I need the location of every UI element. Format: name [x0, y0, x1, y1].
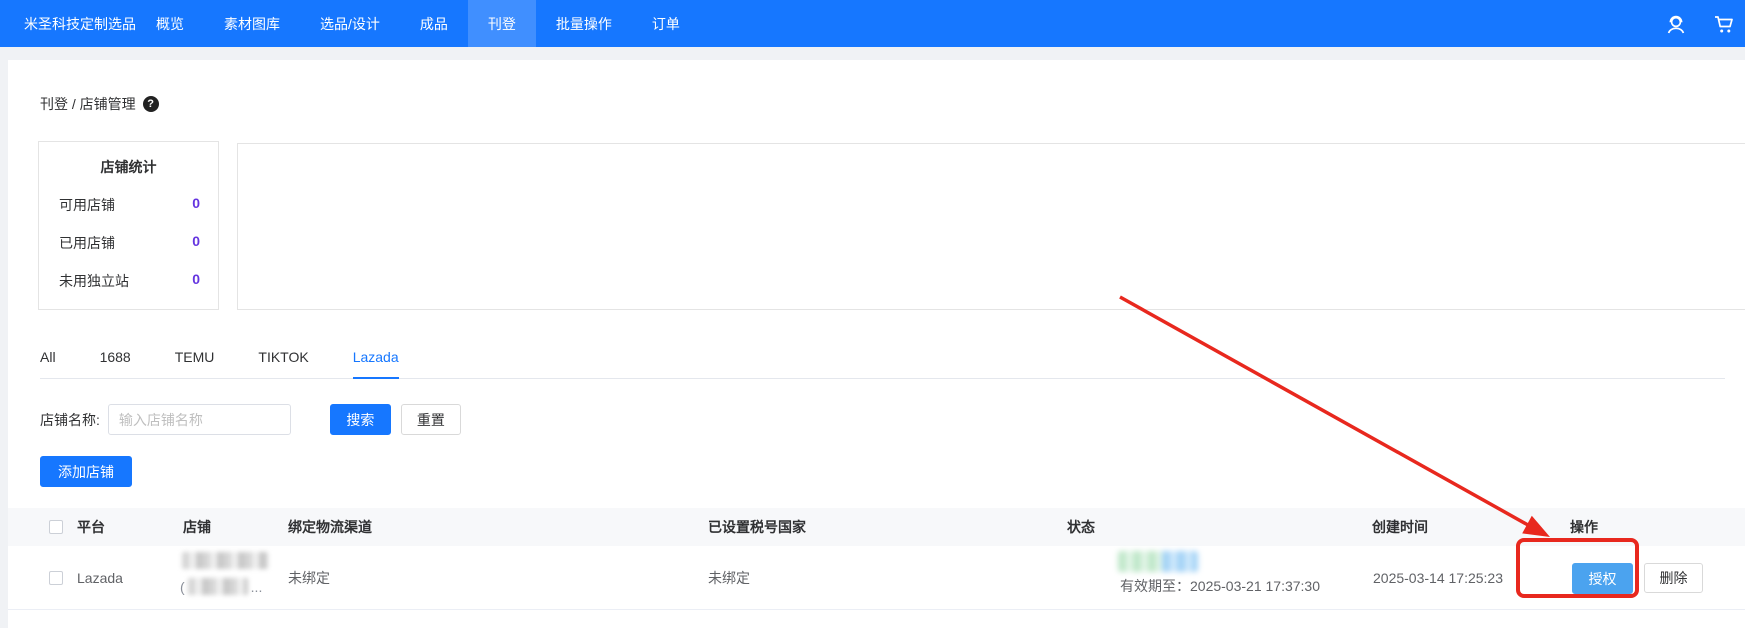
col-created-at: 创建时间: [1372, 508, 1428, 546]
tab-tiktok[interactable]: TIKTOK: [258, 335, 308, 378]
nav-item-finished-products[interactable]: 成品: [400, 0, 468, 47]
empty-detail-box: [237, 143, 1745, 310]
select-all-cell: [49, 508, 63, 546]
stats-title: 店铺统计: [39, 157, 218, 177]
main-content-card: 刊登 / 店铺管理 ? 店铺统计 可用店铺 0 已用店铺 0 未用独立站 0 A…: [8, 60, 1745, 628]
search-button[interactable]: 搜索: [330, 404, 391, 435]
status-badge-censored: [1118, 551, 1198, 572]
nav-item-overview[interactable]: 概览: [136, 0, 204, 47]
stat-value: 0: [192, 233, 200, 253]
add-shop-button[interactable]: 添加店铺: [40, 456, 132, 487]
stat-label: 未用独立站: [59, 271, 129, 291]
stat-value: 0: [192, 271, 200, 291]
platform-cell: Lazada: [77, 546, 123, 610]
stat-unused-standalone-sites: 未用独立站 0: [39, 271, 218, 291]
breadcrumb: 刊登 / 店铺管理 ?: [40, 94, 159, 114]
tab-temu[interactable]: TEMU: [175, 335, 215, 378]
stat-label: 可用店铺: [59, 195, 115, 215]
stat-label: 已用店铺: [59, 233, 115, 253]
shop-name-label: 店铺名称:: [40, 410, 100, 430]
table-header: 平台 店铺 绑定物流渠道 已设置税号国家 状态 创建时间 操作: [8, 508, 1745, 546]
breadcrumb-text: 刊登 / 店铺管理: [40, 94, 136, 114]
nav-item-selection-design[interactable]: 选品/设计: [300, 0, 400, 47]
shop-management-page: 米圣科技定制选品 概览 素材图库 选品/设计 成品 刊登 批量操作 订单: [0, 0, 1745, 628]
nav-right-icons: [1665, 0, 1735, 47]
platform-tabs: All 1688 TEMU TIKTOK Lazada: [40, 335, 1725, 379]
status-valid-until: 有效期至：2025-03-21 17:37:30: [1120, 576, 1320, 596]
col-logistics: 绑定物流渠道: [288, 508, 372, 546]
col-tax-country: 已设置税号国家: [708, 508, 806, 546]
nav-item-material-library[interactable]: 素材图库: [204, 0, 300, 47]
customer-service-icon[interactable]: [1665, 13, 1687, 35]
col-platform: 平台: [77, 508, 105, 546]
shop-name-input[interactable]: [108, 404, 291, 435]
stat-used-shops: 已用店铺 0: [39, 233, 218, 253]
cart-icon[interactable]: [1713, 13, 1735, 35]
col-status: 状态: [1067, 508, 1095, 546]
top-nav: 米圣科技定制选品 概览 素材图库 选品/设计 成品 刊登 批量操作 订单: [0, 0, 1745, 47]
col-shop: 店铺: [183, 508, 211, 546]
nav-item-batch-operations[interactable]: 批量操作: [536, 0, 632, 47]
stat-value: 0: [192, 195, 200, 215]
nav-menu: 概览 素材图库 选品/设计 成品 刊登 批量操作 订单: [136, 0, 700, 47]
shop-name-censored-line2: ( ...: [180, 578, 262, 595]
stat-available-shops: 可用店铺 0: [39, 195, 218, 215]
col-actions: 操作: [1570, 508, 1598, 546]
search-bar: 店铺名称: 搜索 重置: [40, 404, 461, 435]
select-all-checkbox[interactable]: [49, 520, 63, 534]
nav-item-publish[interactable]: 刊登: [468, 0, 536, 47]
logistics-cell: 未绑定: [288, 546, 330, 610]
authorize-button[interactable]: 授权: [1572, 563, 1633, 594]
delete-button[interactable]: 删除: [1644, 563, 1703, 593]
brand-title: 米圣科技定制选品: [24, 0, 136, 47]
tab-all[interactable]: All: [40, 335, 56, 378]
help-icon[interactable]: ?: [143, 96, 159, 112]
shop-statistics-panel: 店铺统计 可用店铺 0 已用店铺 0 未用独立站 0: [38, 141, 219, 310]
tax-country-cell: 未绑定: [708, 546, 750, 610]
table-row: Lazada ( ... 未绑定 未绑定 有效期至：2025-03-21 17:…: [8, 546, 1745, 610]
nav-item-orders[interactable]: 订单: [632, 0, 700, 47]
created-at-cell: 2025-03-14 17:25:23: [1373, 546, 1503, 610]
row-select-cell: [49, 571, 63, 585]
row-checkbox[interactable]: [49, 571, 63, 585]
reset-button[interactable]: 重置: [401, 404, 461, 435]
tab-1688[interactable]: 1688: [100, 335, 131, 378]
tab-lazada[interactable]: Lazada: [353, 335, 399, 378]
shop-name-censored-line1: [182, 552, 268, 569]
